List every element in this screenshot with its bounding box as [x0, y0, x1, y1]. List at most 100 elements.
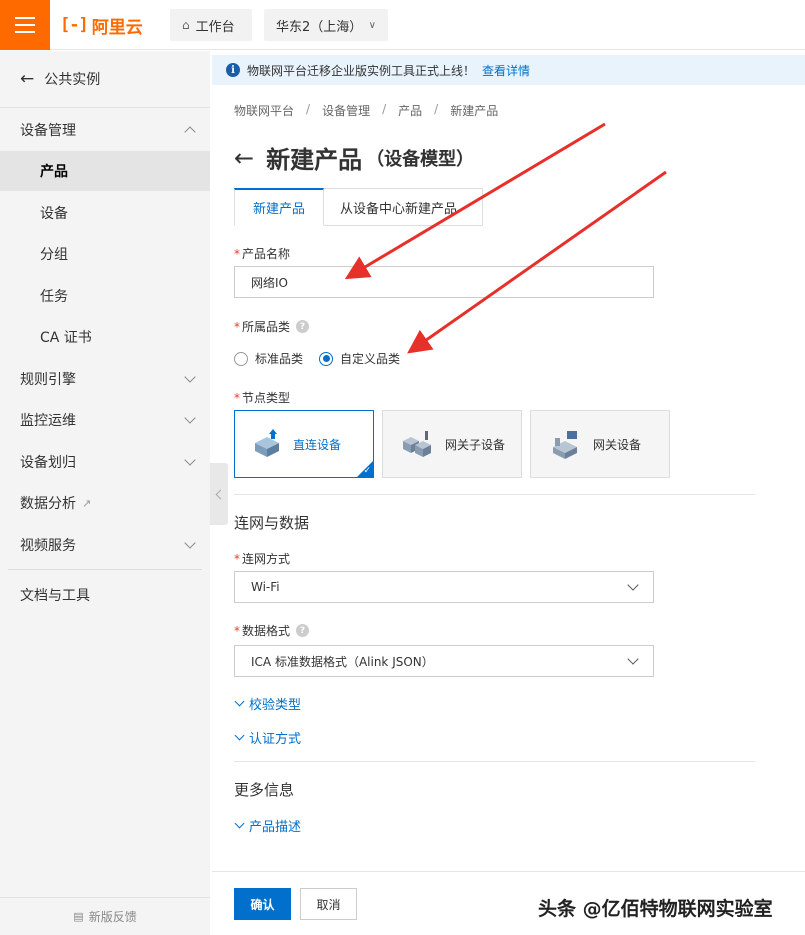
sidebar-item-label: 数据分析 [20, 496, 76, 512]
sidebar-item-label: 设备 [40, 206, 68, 222]
product-description-toggle[interactable]: 产品描述 [234, 816, 301, 835]
required-mark: * [234, 246, 240, 261]
sidebar-item-label: 文档与工具 [20, 588, 90, 604]
sidebar-item-label: 分组 [40, 247, 68, 263]
select-value: Wi-Fi [251, 580, 280, 594]
aliyun-logo[interactable]: [-] 阿里云 [60, 13, 143, 38]
sidebar-divider [8, 569, 202, 570]
label-text: 连网方式 [242, 552, 291, 566]
breadcrumb-item[interactable]: 物联网平台 [234, 102, 294, 119]
sidebar-item-label: 设备划归 [20, 455, 76, 471]
page-title: ← 新建产品 （设备模型） [234, 140, 474, 175]
sidebar-item-ca-certs[interactable]: CA 证书 [0, 317, 210, 357]
feedback-button[interactable]: ▤ 新版反馈 [0, 897, 210, 935]
chevron-down-icon [627, 579, 639, 591]
node-type-gateway-subdevice[interactable]: 网关子设备 [382, 410, 522, 478]
section-divider [234, 494, 755, 495]
sidebar-item-label: 任务 [40, 289, 68, 305]
breadcrumb: 物联网平台 / 设备管理 / 产品 / 新建产品 [234, 102, 498, 119]
cancel-button[interactable]: 取消 [300, 888, 357, 920]
network-section-title: 连网与数据 [234, 514, 310, 532]
sidebar-item-label: 监控运维 [20, 413, 76, 429]
product-name-label: * 产品名称 [234, 245, 290, 262]
help-icon[interactable]: ? [296, 320, 310, 333]
category-label: * 所属品类 ? [234, 318, 310, 335]
notice-details-link[interactable]: 查看详情 [482, 62, 530, 79]
workbench-label: 工作台 [195, 19, 235, 35]
required-mark: * [234, 390, 240, 405]
breadcrumb-separator: / [382, 102, 387, 116]
radio-circle [234, 351, 248, 366]
more-info-section-title: 更多信息 [234, 781, 295, 799]
chevron-down-icon [627, 653, 639, 665]
arrow-left-icon: ← [20, 69, 35, 89]
radio-standard-category[interactable]: 标准品类 [234, 350, 303, 367]
toggle-label: 校验类型 [249, 698, 302, 713]
verify-type-toggle[interactable]: 校验类型 [234, 694, 301, 713]
region-label: 华东2（上海） [276, 19, 363, 35]
sidebar-item-tasks[interactable]: 任务 [0, 276, 210, 316]
sidebar-item-label: CA 证书 [40, 330, 92, 346]
radio-circle [319, 351, 334, 366]
tab-new-product[interactable]: 新建产品 [234, 188, 324, 226]
tab-bar: 新建产品 从设备中心新建产品 [234, 188, 483, 226]
required-mark: * [234, 551, 240, 566]
label-text: 数据格式 [242, 624, 291, 638]
node-type-label: * 节点类型 [234, 389, 290, 406]
home-icon: ⌂ [182, 18, 190, 32]
sidebar-item-rule-engine[interactable]: 规则引擎 [0, 359, 210, 399]
sidebar-item-monitoring[interactable]: 监控运维 [0, 400, 210, 440]
node-type-label-text: 直连设备 [293, 437, 342, 452]
data-format-select[interactable]: ICA 标准数据格式（Alink JSON） [234, 645, 654, 677]
required-mark: * [234, 319, 240, 334]
chevron-down-icon [234, 818, 245, 829]
feedback-icon: ▤ [73, 910, 84, 923]
workbench-button[interactable]: ⌂ 工作台 [170, 9, 252, 41]
chevron-down-icon [234, 696, 245, 707]
notice-banner: i 物联网平台迁移企业版实例工具正式上线！ 查看详情 [212, 55, 805, 85]
toggle-label: 认证方式 [249, 732, 302, 747]
notice-text: 物联网平台迁移企业版实例工具正式上线！ [247, 63, 476, 78]
sidebar-item-products[interactable]: 产品 [0, 151, 210, 191]
back-arrow-icon[interactable]: ← [234, 146, 254, 170]
input-value: 网络IO [251, 275, 288, 290]
auth-method-toggle[interactable]: 认证方式 [234, 728, 301, 747]
help-icon[interactable]: ? [296, 624, 310, 637]
feedback-label: 新版反馈 [88, 910, 137, 924]
logo-text: 阿里云 [91, 17, 143, 38]
sidebar-item-docs-tools[interactable]: 文档与工具 [0, 575, 210, 615]
breadcrumb-current: 新建产品 [450, 104, 499, 118]
label-text: 所属品类 [242, 320, 291, 334]
select-value: ICA 标准数据格式（Alink JSON） [251, 654, 434, 669]
region-selector[interactable]: 华东2（上海） ∨ [264, 9, 388, 41]
check-icon: ✓ [363, 466, 371, 476]
chevron-down-icon: ∨ [368, 19, 376, 31]
breadcrumb-item[interactable]: 设备管理 [322, 102, 370, 119]
chevron-down-icon [234, 730, 245, 741]
sidebar-item-device-management[interactable]: 设备管理 [0, 110, 210, 150]
breadcrumb-item[interactable]: 产品 [398, 102, 422, 119]
menu-icon[interactable] [0, 0, 50, 50]
sidebar-item-data-analysis[interactable]: 数据分析 ↗ [0, 483, 210, 523]
network-method-label: * 连网方式 [234, 550, 290, 567]
sidebar-item-device-allocation[interactable]: 设备划归 [0, 442, 210, 482]
tab-from-device-center[interactable]: 从设备中心新建产品 [324, 188, 483, 226]
sidebar-item-groups[interactable]: 分组 [0, 234, 210, 274]
breadcrumb-separator: / [434, 102, 439, 116]
sidebar-collapse-handle[interactable] [210, 463, 228, 525]
network-method-select[interactable]: Wi-Fi [234, 571, 654, 603]
page-subtitle: （设备模型） [366, 148, 475, 170]
radio-custom-category[interactable]: 自定义品类 [319, 350, 400, 367]
product-name-input[interactable]: 网络IO [234, 266, 654, 298]
label-text: 产品名称 [242, 247, 291, 261]
back-to-instances[interactable]: ← 公共实例 [0, 51, 210, 108]
node-type-direct-device[interactable]: 直连设备 ✓ [234, 410, 374, 478]
required-mark: * [234, 623, 240, 638]
page-title-text: 新建产品 [266, 146, 363, 174]
aliyun-logo-mark: [-] [60, 15, 89, 35]
breadcrumb-separator: / [306, 102, 311, 116]
node-type-gateway-device[interactable]: 网关设备 [530, 410, 670, 478]
confirm-button[interactable]: 确认 [234, 888, 291, 920]
sidebar-item-video-service[interactable]: 视频服务 [0, 525, 210, 565]
sidebar-item-devices[interactable]: 设备 [0, 193, 210, 233]
